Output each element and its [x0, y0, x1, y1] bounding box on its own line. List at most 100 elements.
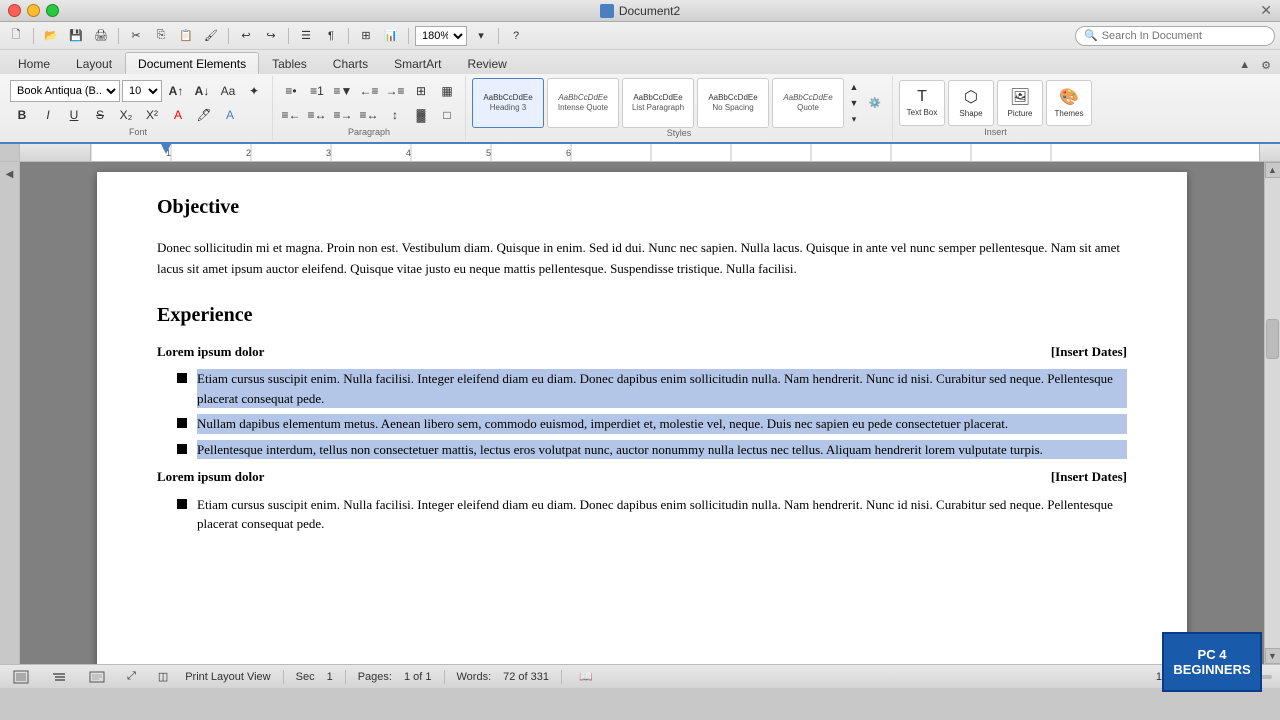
toolbar-separator-3	[228, 28, 229, 44]
show-formatting-button[interactable]: ⊞	[409, 80, 433, 102]
minimize-button[interactable]	[27, 4, 40, 17]
scrollbar-up-arrow[interactable]: ▲	[1265, 162, 1280, 178]
columns-button[interactable]: ▦	[435, 80, 459, 102]
scrollbar-thumb[interactable]	[1266, 319, 1279, 359]
tab-layout[interactable]: Layout	[63, 52, 125, 74]
text-effect-button[interactable]: A	[218, 104, 242, 126]
tab-review[interactable]: Review	[454, 52, 519, 74]
styles-down-arrow[interactable]: ▼	[847, 96, 861, 110]
styles-up-arrow[interactable]: ▲	[847, 80, 861, 94]
themes-button[interactable]: 🎨 Themes	[1046, 80, 1092, 126]
shading-button[interactable]: ▓	[409, 104, 433, 126]
sidebar-arrow-button[interactable]: ◀	[2, 166, 18, 182]
style-quote-preview: AaBbCcDdEe	[783, 94, 832, 103]
strikethrough-button[interactable]: S	[88, 104, 112, 126]
ruler-inner[interactable]: 1 2 3 4 5 6	[90, 144, 1260, 161]
copy-button[interactable]: ⎘	[150, 26, 172, 46]
ruler-ticks: 1 2 3 4 5 6	[91, 144, 1259, 162]
zoom-select[interactable]: 180% 100% 75% 150%	[415, 26, 467, 46]
open-button[interactable]: 📂	[40, 26, 62, 46]
toolbar-separator-2	[118, 28, 119, 44]
tab-home[interactable]: Home	[5, 52, 63, 74]
style-intense-quote[interactable]: AaBbCcDdEe Intense Quote	[547, 78, 619, 128]
underline-button[interactable]: U	[62, 104, 86, 126]
decrease-indent-button[interactable]: ←≡	[357, 80, 381, 102]
job-row-2: Lorem ipsum dolor [Insert Dates]	[157, 467, 1127, 487]
justify-button[interactable]: ≡↔	[357, 104, 381, 126]
scrollbar-down-arrow[interactable]: ▼	[1265, 648, 1280, 664]
search-input[interactable]	[1102, 30, 1262, 42]
align-center-button[interactable]: ≡↔	[305, 104, 329, 126]
chart-button[interactable]: 📊	[380, 26, 402, 46]
cut-button[interactable]: ✂	[125, 26, 147, 46]
view-outline-btn[interactable]	[46, 667, 72, 687]
view-draft-btn[interactable]	[84, 667, 110, 687]
increase-font-size[interactable]: A↑	[164, 80, 188, 102]
font-size-select[interactable]: 10	[122, 80, 162, 102]
ribbon-expand-icon[interactable]: ▲	[1235, 57, 1254, 74]
view-label: Print Layout View	[185, 671, 270, 683]
view-layout-btn[interactable]	[8, 667, 34, 687]
list-button[interactable]: ☰	[295, 26, 317, 46]
superscript-button[interactable]: X²	[140, 104, 164, 126]
nonprint-button[interactable]: ¶	[320, 26, 342, 46]
picture-button[interactable]: 🖼 Picture	[997, 80, 1043, 126]
redo-button[interactable]: ↪	[260, 26, 282, 46]
maximize-button[interactable]	[46, 4, 59, 17]
win-close-icon[interactable]: ✕	[1260, 2, 1272, 18]
tab-charts[interactable]: Charts	[320, 52, 381, 74]
style-heading3[interactable]: AaBbCcDdEe Heading 3	[472, 78, 544, 128]
font-family-select[interactable]: Book Antiqua (B...	[10, 80, 120, 102]
tab-document-elements[interactable]: Document Elements	[125, 52, 259, 74]
bullets-button[interactable]: ≡•	[279, 80, 303, 102]
styles-group-label: Styles	[667, 128, 692, 139]
style-list-paragraph[interactable]: AaBbCcDdEe List Paragraph	[622, 78, 694, 128]
subscript-button[interactable]: X₂	[114, 104, 138, 126]
scrollbar-track[interactable]	[1265, 178, 1280, 648]
zoom-dropdown-button[interactable]: ▾	[470, 26, 492, 46]
clear-formatting-button[interactable]: ✦	[242, 80, 266, 102]
spell-check-button[interactable]: 📖	[574, 667, 598, 686]
style-quote[interactable]: AaBbCcDdEe Quote	[772, 78, 844, 128]
align-right-button[interactable]: ≡→	[331, 104, 355, 126]
save-button[interactable]: 💾	[65, 26, 87, 46]
increase-indent-button[interactable]: →≡	[383, 80, 407, 102]
border-button[interactable]: □	[435, 104, 459, 126]
window-title: Document2	[600, 4, 680, 18]
align-left-button[interactable]: ≡←	[279, 104, 303, 126]
draft-view-icon	[89, 670, 105, 684]
new-button[interactable]: 🗋	[5, 26, 27, 46]
toolbar-separator-6	[408, 28, 409, 44]
paste-button[interactable]: 📋	[175, 26, 197, 46]
change-case-button[interactable]: Aa	[216, 80, 240, 102]
svg-text:4: 4	[406, 148, 411, 158]
multilevel-list-button[interactable]: ≡▼	[331, 80, 355, 102]
bold-button[interactable]: B	[10, 104, 34, 126]
document-area[interactable]: Objective Donec sollicitudin mi et magna…	[20, 162, 1264, 664]
font-color-button[interactable]: A	[166, 104, 190, 126]
styles-expand-arrow[interactable]: ▾	[847, 112, 861, 126]
insert-group-label: Insert	[984, 127, 1007, 138]
textbox-button[interactable]: T Text Box	[899, 80, 945, 126]
numbering-button[interactable]: ≡1	[305, 80, 329, 102]
view-sidebar-btn[interactable]: ◫	[153, 667, 173, 686]
close-button[interactable]	[8, 4, 21, 17]
highlight-button[interactable]: 🖊	[192, 104, 216, 126]
shape-button[interactable]: ⬡ Shape	[948, 80, 994, 126]
style-no-spacing[interactable]: AaBbCcDdEe No Spacing	[697, 78, 769, 128]
decrease-font-size[interactable]: A↓	[190, 80, 214, 102]
tab-tables[interactable]: Tables	[259, 52, 320, 74]
bullet-text-1-3: Pellentesque interdum, tellus non consec…	[197, 440, 1127, 460]
tab-smartart[interactable]: SmartArt	[381, 52, 454, 74]
help-button[interactable]: ?	[505, 26, 527, 46]
line-spacing-button[interactable]: ↕	[383, 104, 407, 126]
print-button[interactable]: 🖨	[90, 26, 112, 46]
italic-button[interactable]: I	[36, 104, 60, 126]
format-painter[interactable]: 🖌	[200, 26, 222, 46]
style-heading3-label: Heading 3	[490, 103, 526, 112]
styles-gallery-button[interactable]: ⚙️	[864, 80, 886, 126]
view-fullscreen-btn[interactable]: ⤢	[122, 667, 141, 686]
ribbon-settings-icon[interactable]: ⚙	[1257, 57, 1275, 74]
table-button[interactable]: ⊞	[355, 26, 377, 46]
undo-button[interactable]: ↩	[235, 26, 257, 46]
